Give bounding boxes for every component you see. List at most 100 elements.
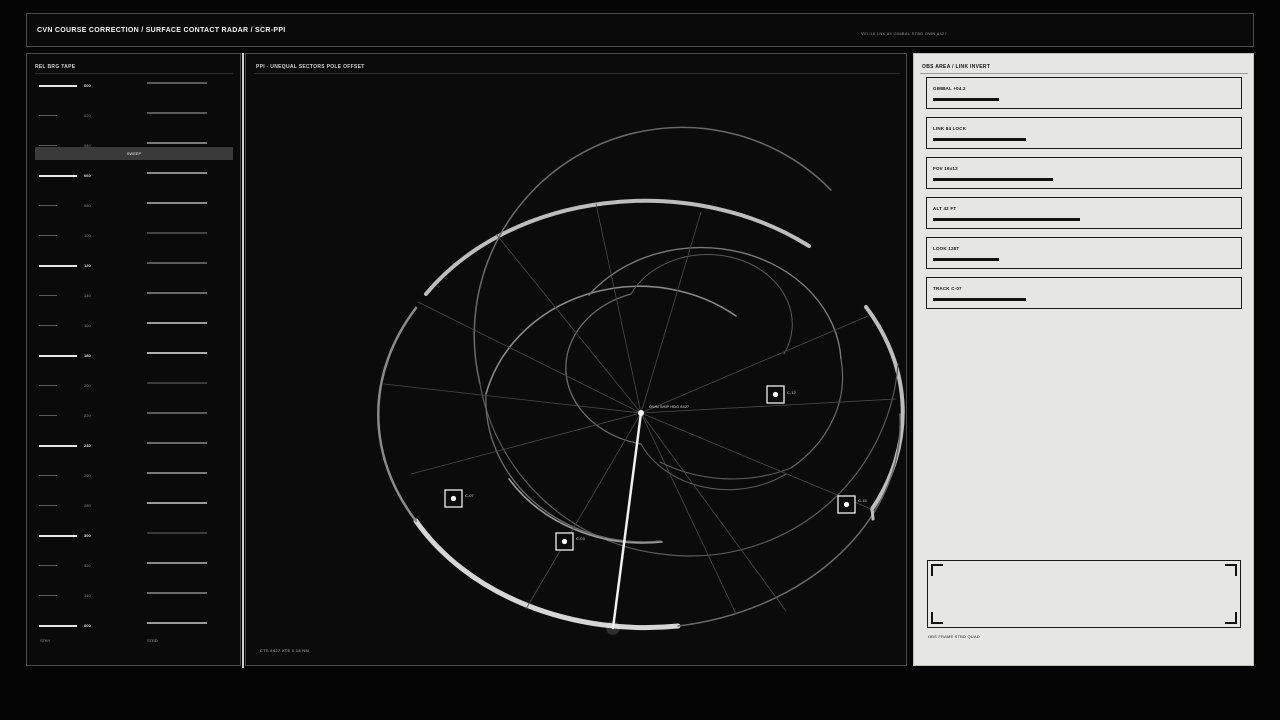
radar-scope[interactable]: OWN SHIP HDG 8427 C-12 C-07 C-03 C-15	[246, 54, 908, 667]
frame-corner	[1225, 564, 1237, 576]
title-bar: CVN COURSE CORRECTION / SURFACE CONTACT …	[26, 13, 1254, 47]
major-tick	[39, 175, 77, 177]
frame-corner	[931, 612, 943, 624]
tape-row: 080	[27, 202, 242, 235]
bearing-number: 160	[84, 323, 91, 328]
signal-bar	[147, 562, 207, 564]
range-ring-inner	[640, 443, 787, 491]
panel-divider[interactable]	[242, 53, 244, 668]
signal-bar	[147, 412, 207, 414]
sector-spokes	[383, 203, 897, 615]
contact-c-07[interactable]: C-07	[444, 489, 474, 508]
bearing-number: 000	[84, 83, 91, 88]
obs-card-level-bar	[933, 218, 1080, 221]
tape-row: 260	[27, 472, 242, 505]
minor-tick	[39, 115, 57, 116]
range-ring-offset	[473, 126, 832, 385]
major-tick	[39, 355, 77, 357]
bearing-number: 280	[84, 503, 91, 508]
tape-label: REL BRG TAPE	[35, 64, 76, 70]
obs-card-label: FOV 16x12	[933, 166, 958, 171]
contact-c-15[interactable]: C-15	[837, 495, 867, 514]
signal-bar	[147, 592, 207, 594]
range-ring-outer-arc	[413, 518, 681, 631]
obs-card-label: ALT 42 FT	[933, 206, 957, 211]
contact-label: C-07	[465, 493, 474, 498]
tape-row: 300	[27, 532, 242, 565]
contact-label: C-15	[858, 498, 867, 503]
signal-bar	[147, 112, 207, 114]
obs-card-level-bar	[933, 98, 999, 101]
signal-bar	[147, 472, 207, 474]
bearing-tape-panel[interactable]: REL BRG TAPE 000 020 040 060 080 100 120 140 160…	[26, 53, 241, 666]
obs-card[interactable]: TRACK C-07	[926, 277, 1242, 309]
obs-panel: OBS AREA / LINK INVERT GIMBAL +04.2 LINK …	[913, 53, 1254, 666]
signal-bar	[147, 292, 207, 294]
obs-card[interactable]: ALT 42 FT	[926, 197, 1242, 229]
signal-bar	[147, 322, 207, 324]
obs-card-label: LINK 84 LOCK	[933, 126, 967, 131]
minor-tick	[39, 325, 57, 326]
bearing-number: 140	[84, 293, 91, 298]
signal-bar	[147, 442, 207, 444]
range-ring-outer-arc	[377, 306, 418, 523]
signal-bar	[147, 532, 207, 534]
tape-row: 140	[27, 292, 242, 325]
bearing-number: 340	[84, 593, 91, 598]
minor-tick	[39, 235, 57, 236]
minor-tick	[39, 205, 57, 206]
obs-card[interactable]: LOOK 128T	[926, 237, 1242, 269]
tape-row: 160	[27, 322, 242, 355]
minor-tick	[39, 475, 57, 476]
obs-frame[interactable]	[927, 560, 1241, 628]
obs-card[interactable]: LINK 84 LOCK	[926, 117, 1242, 149]
obs-label: OBS AREA / LINK INVERT	[922, 64, 991, 70]
sweep-line	[611, 411, 643, 630]
obs-card-label: TRACK C-07	[933, 286, 962, 291]
obs-card-label: LOOK 128T	[933, 246, 960, 251]
obs-card-level-bar	[933, 138, 1026, 141]
tape-row: 340	[27, 592, 242, 625]
obs-card[interactable]: FOV 16x12	[926, 157, 1242, 189]
sweep-marker[interactable]: SWEEP	[35, 147, 233, 160]
bearing-number: 060	[84, 173, 91, 178]
minor-tick	[39, 565, 57, 566]
tape-row: 000	[27, 82, 242, 115]
tape-row: 280	[27, 502, 242, 535]
tape-row: 180	[27, 352, 242, 385]
tape-row: 200	[27, 382, 242, 415]
range-ring-mid	[659, 461, 792, 480]
range-ring-inner	[630, 253, 793, 355]
range-ring-outer-arc	[870, 507, 875, 521]
signal-bar	[147, 202, 207, 204]
signal-bar	[147, 142, 207, 144]
own-ship-marker[interactable]	[638, 410, 644, 416]
status-readout: V01/16 LNK 84 GIMBAL STBD OWN 8427	[861, 31, 948, 36]
minor-tick	[39, 505, 57, 506]
contact-c-03[interactable]: C-03	[555, 532, 585, 551]
signal-bar	[147, 502, 207, 504]
range-ring-outer-arc	[677, 413, 901, 627]
tape-row: 120	[27, 262, 242, 295]
bearing-number: 320	[84, 563, 91, 568]
bearing-number: 200	[84, 383, 91, 388]
obs-card[interactable]: GIMBAL +04.2	[926, 77, 1242, 109]
contact-c-12[interactable]: C-12	[766, 385, 796, 404]
contact-label: C-12	[787, 390, 796, 395]
major-tick	[39, 535, 77, 537]
tape-row: 020	[27, 112, 242, 145]
contact-label: C-03	[576, 536, 585, 541]
range-ring-outer-arc	[424, 198, 811, 296]
signal-bar	[147, 622, 207, 624]
minor-tick	[39, 385, 57, 386]
tape-foot-left: STBY	[40, 638, 51, 643]
obs-card-level-bar	[933, 298, 1026, 301]
page-title: CVN COURSE CORRECTION / SURFACE CONTACT …	[37, 27, 286, 34]
bearing-number: 260	[84, 473, 91, 478]
range-ring-outer-arc	[864, 305, 905, 511]
signal-bar	[147, 82, 207, 84]
frame-corner	[1225, 612, 1237, 624]
signal-bar	[147, 172, 207, 174]
signal-bar	[147, 262, 207, 264]
bearing-number: 300	[84, 533, 91, 538]
